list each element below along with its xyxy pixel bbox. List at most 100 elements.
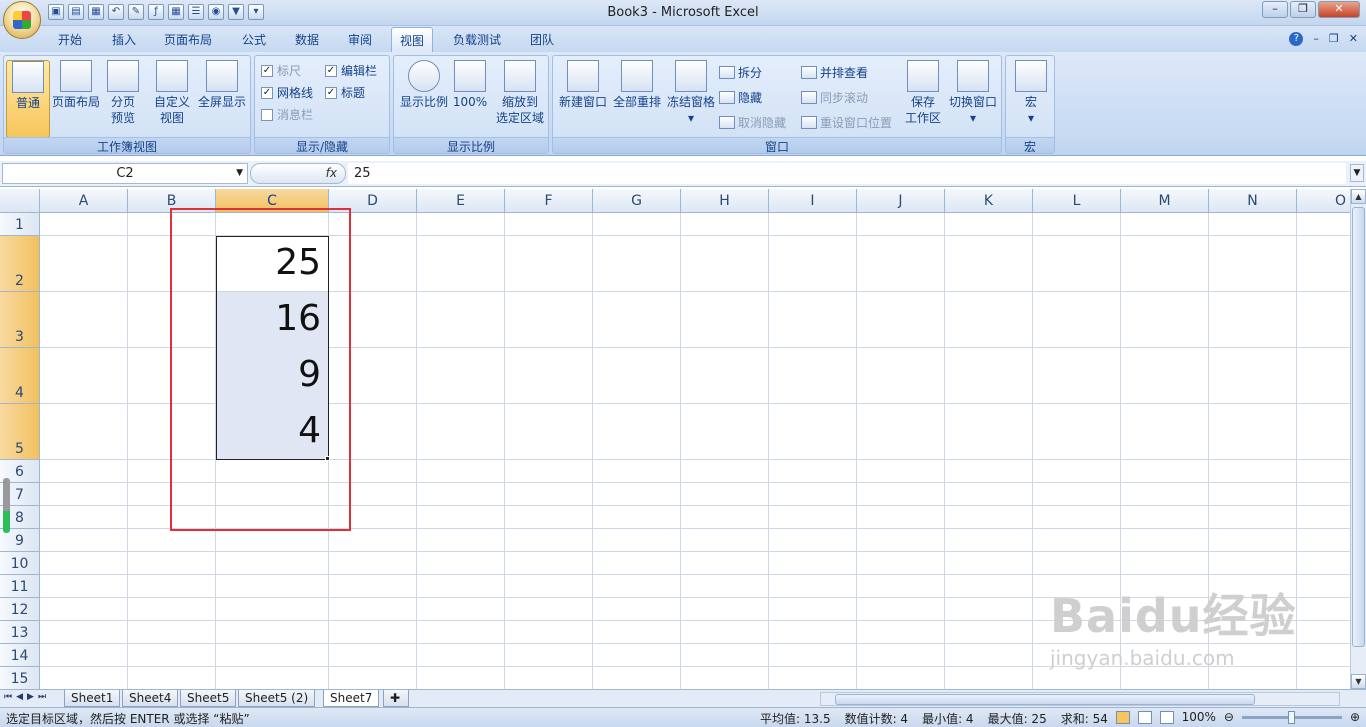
chevron-down-icon[interactable]: ▼	[236, 164, 243, 183]
ruler-checkbox[interactable]: ✓ 标尺	[261, 62, 301, 79]
tab-page-layout[interactable]: 页面布局	[164, 31, 212, 48]
reset-window-position-button[interactable]: 重设窗口位置	[801, 114, 892, 131]
column-header-a[interactable]: A	[40, 189, 128, 213]
side-by-side-button[interactable]: 并排查看	[801, 64, 868, 81]
insert-function-button[interactable]: fx	[250, 163, 346, 184]
tab-home[interactable]: 开始	[58, 31, 82, 48]
column-header-n[interactable]: N	[1209, 189, 1297, 213]
row-header-5[interactable]: 5	[0, 404, 40, 460]
row-header-4[interactable]: 4	[0, 348, 40, 404]
gridlines-checkbox[interactable]: ✓ 网格线	[261, 84, 313, 101]
help-icon[interactable]: ?	[1289, 32, 1304, 46]
tab-insert[interactable]: 插入	[112, 31, 136, 48]
zoom-out-icon[interactable]: ⊖	[1224, 710, 1234, 724]
zoom-level[interactable]: 100%	[1182, 710, 1216, 724]
column-header-i[interactable]: I	[769, 189, 857, 213]
zoom-slider[interactable]	[1241, 710, 1342, 724]
zoom-to-selection-button[interactable]: 缩放到 选定区域	[494, 60, 546, 126]
row-header-15[interactable]: 15	[0, 667, 40, 689]
tab-review[interactable]: 审阅	[348, 31, 372, 48]
normal-view-button[interactable]: 普通	[6, 60, 50, 138]
unhide-button[interactable]: 取消隐藏	[719, 114, 786, 131]
row-header-12[interactable]: 12	[0, 598, 40, 621]
column-header-g[interactable]: G	[593, 189, 681, 213]
zoom-100-button[interactable]: 100%	[452, 60, 488, 110]
row-header-2[interactable]: 2	[0, 236, 40, 292]
page-layout-view-icon[interactable]	[1137, 710, 1152, 724]
formula-bar-checkbox[interactable]: ✓ 编辑栏	[325, 62, 377, 79]
tab-team[interactable]: 团队	[530, 31, 554, 48]
vertical-scrollbar[interactable]: ▲ ▼	[1350, 189, 1366, 689]
split-button[interactable]: 拆分	[719, 64, 762, 81]
gridline-horizontal	[40, 620, 1350, 621]
sheet-tab[interactable]: Sheet5 (2)	[238, 690, 316, 707]
arrange-all-button[interactable]: 全部重排	[611, 60, 663, 110]
message-bar-checkbox[interactable]: 消息栏	[261, 106, 313, 123]
page-layout-view-button[interactable]: 页面布局	[52, 60, 100, 110]
column-header-l[interactable]: L	[1033, 189, 1121, 213]
name-box[interactable]: C2 ▼	[2, 163, 248, 184]
tab-data[interactable]: 数据	[295, 31, 319, 48]
tab-load-test[interactable]: 负载测试	[453, 31, 501, 48]
macros-button[interactable]: 宏 ▾	[1014, 60, 1048, 126]
prev-sheet-icon[interactable]: ◀	[16, 692, 23, 702]
ribbon-close-icon[interactable]: ✕	[1349, 32, 1358, 46]
column-header-j[interactable]: J	[857, 189, 945, 213]
switch-windows-label: 切换窗口	[948, 95, 997, 109]
zoom-button[interactable]: 显示比例	[398, 60, 450, 110]
restore-button[interactable]: ❐	[1290, 1, 1316, 18]
page-break-preview-button[interactable]: 分页 预览	[104, 60, 142, 126]
column-header-k[interactable]: K	[945, 189, 1033, 213]
zoom-slider-thumb[interactable]	[1287, 710, 1295, 724]
custom-views-button[interactable]: 自定义 视图	[152, 60, 192, 126]
ribbon-minimize-icon[interactable]: –	[1313, 32, 1319, 46]
normal-view-icon[interactable]	[1115, 710, 1130, 724]
scroll-up-icon[interactable]: ▲	[1351, 189, 1366, 204]
horizontal-scroll-thumb[interactable]	[835, 694, 1255, 705]
column-header-e[interactable]: E	[417, 189, 505, 213]
new-window-button[interactable]: 新建窗口	[557, 60, 609, 110]
column-header-m[interactable]: M	[1121, 189, 1209, 213]
minimize-button[interactable]: –	[1262, 1, 1288, 18]
office-button[interactable]	[3, 1, 41, 39]
row-header-1[interactable]: 1	[0, 213, 40, 236]
fullscreen-button[interactable]: 全屏显示	[196, 60, 248, 110]
row-header-13[interactable]: 13	[0, 621, 40, 644]
sheet-tab[interactable]: Sheet5	[180, 690, 237, 707]
expand-formula-bar-icon[interactable]: ▼	[1350, 164, 1364, 182]
page-break-view-icon[interactable]	[1159, 710, 1174, 724]
formula-input[interactable]: 25	[348, 163, 1346, 184]
row-header-11[interactable]: 11	[0, 575, 40, 598]
ribbon-restore-icon[interactable]: ❐	[1329, 32, 1339, 46]
zoom-label: 显示比例	[399, 95, 448, 109]
sync-scroll-button[interactable]: 同步滚动	[801, 89, 868, 106]
check-icon: ✓	[261, 86, 273, 99]
gridlines-label: 网格线	[277, 86, 314, 100]
column-header-o[interactable]: O	[1297, 189, 1350, 213]
tab-formulas[interactable]: 公式	[242, 31, 266, 48]
tab-view[interactable]: 视图	[391, 27, 434, 52]
insert-sheet-icon[interactable]: ✚	[383, 690, 409, 707]
row-header-3[interactable]: 3	[0, 292, 40, 348]
column-header-h[interactable]: H	[681, 189, 769, 213]
zoom-in-icon[interactable]: ⊕	[1350, 710, 1360, 724]
hide-button[interactable]: 隐藏	[719, 89, 762, 106]
next-sheet-icon[interactable]: ▶	[27, 692, 34, 702]
select-all-button[interactable]	[0, 189, 40, 213]
vertical-scroll-thumb[interactable]	[1352, 207, 1365, 647]
sheet-tab[interactable]: Sheet4	[122, 690, 179, 707]
row-header-14[interactable]: 14	[0, 644, 40, 667]
row-header-10[interactable]: 10	[0, 552, 40, 575]
last-sheet-icon[interactable]: ⏭	[38, 692, 46, 702]
sheet-tab[interactable]: Sheet1	[64, 690, 121, 707]
headings-checkbox[interactable]: ✓ 标题	[325, 84, 365, 101]
horizontal-scrollbar[interactable]	[820, 692, 1340, 706]
scroll-down-icon[interactable]: ▼	[1351, 674, 1366, 689]
first-sheet-icon[interactable]: ⏮	[4, 692, 12, 702]
sheet-tab-active[interactable]: Sheet7	[323, 690, 380, 707]
save-workspace-button[interactable]: 保存 工作区	[901, 60, 945, 126]
close-button[interactable]: ✕	[1318, 1, 1360, 18]
switch-windows-button[interactable]: 切换窗口 ▾	[947, 60, 999, 126]
column-header-f[interactable]: F	[505, 189, 593, 213]
freeze-panes-button[interactable]: 冻结窗格 ▾	[665, 60, 717, 126]
